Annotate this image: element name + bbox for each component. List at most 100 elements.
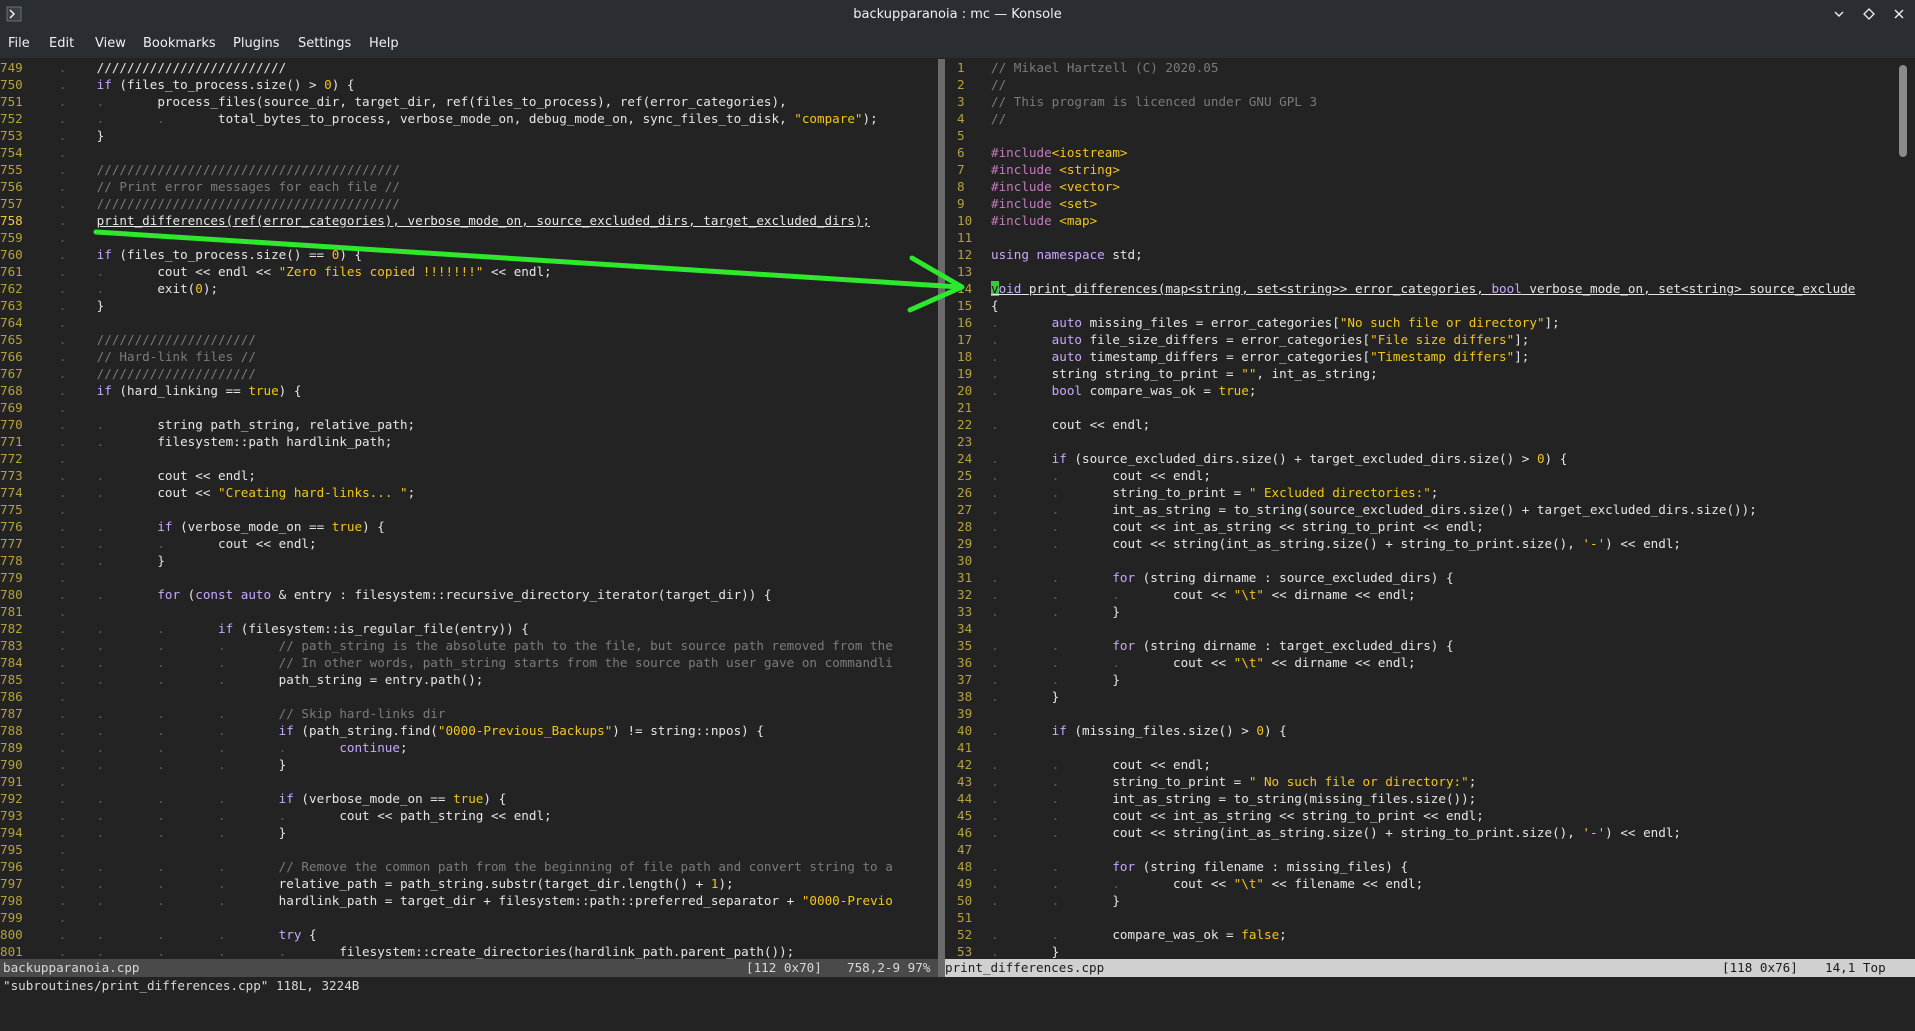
code-line[interactable]: 16. auto missing_files = error_categorie… xyxy=(945,314,1890,331)
code-line[interactable]: 30 xyxy=(945,552,1890,569)
code-line[interactable]: 784 . . . . // In other words, path_stri… xyxy=(0,654,938,671)
minimize-button[interactable] xyxy=(1831,4,1847,24)
code-line[interactable]: 27 . . int_as_string = to_string(source_e… xyxy=(945,501,1890,518)
code-line[interactable]: 33 . . } xyxy=(945,603,1890,620)
code-line[interactable]: 32 . . . cout << "\t" << dirname << endl; xyxy=(945,586,1890,603)
code-line[interactable]: 793 . . . . . cout << path_string << end… xyxy=(0,807,938,824)
code-line[interactable]: 759 . xyxy=(0,229,938,246)
code-line[interactable]: 28 . . cout << int_as_string << string_to… xyxy=(945,518,1890,535)
code-line[interactable]: 26 . . string_to_print = " Excluded direc… xyxy=(945,484,1890,501)
code-line[interactable]: 36 . . . cout << "\t" << dirname << endl; xyxy=(945,654,1890,671)
code-line[interactable]: 754 . xyxy=(0,144,938,161)
code-line[interactable]: 37 . . } xyxy=(945,671,1890,688)
code-line[interactable]: 774 . . cout << "Creating hard-links... … xyxy=(0,484,938,501)
code-line[interactable]: 788 . . . . if (path_string.find("0000-P… xyxy=(0,722,938,739)
code-line[interactable]: 3 // This program is licenced under GNU G… xyxy=(945,93,1890,110)
code-line[interactable]: 49 . . . cout << "\t" << filename << endl… xyxy=(945,875,1890,892)
code-line[interactable]: 778 . . } xyxy=(0,552,938,569)
code-line[interactable]: 782 . . . if (filesystem::is_regular_fil… xyxy=(0,620,938,637)
code-line[interactable]: 4 // xyxy=(945,110,1890,127)
code-line[interactable]: 48 . . for (string filename : missing_fil… xyxy=(945,858,1890,875)
code-line[interactable]: 750 . if (files_to_process.size() > 0) { xyxy=(0,76,938,93)
code-line[interactable]: 767 . ///////////////////// xyxy=(0,365,938,382)
code-line[interactable]: 47 xyxy=(945,841,1890,858)
code-line[interactable]: 758 . print_differences(ref(error_catego… xyxy=(0,212,938,229)
menu-view[interactable]: View xyxy=(95,36,126,51)
code-line[interactable]: 761 . . cout << endl << "Zero files copi… xyxy=(0,263,938,280)
code-line[interactable]: 7 #include <string> xyxy=(945,161,1890,178)
code-line[interactable]: 797 . . . . relative_path = path_string.… xyxy=(0,875,938,892)
code-line[interactable]: 12 using namespace std; xyxy=(945,246,1890,263)
code-line[interactable]: 798 . . . . hardlink_path = target_dir +… xyxy=(0,892,938,909)
code-line[interactable]: 790 . . . . } xyxy=(0,756,938,773)
code-line[interactable]: 770 . . string path_string, relative_pat… xyxy=(0,416,938,433)
code-line[interactable]: 43 . . string_to_print = " No such file o… xyxy=(945,773,1890,790)
code-line[interactable]: 749 . ///////////////////////// xyxy=(0,59,938,76)
code-line[interactable]: 5 xyxy=(945,127,1890,144)
code-line[interactable]: 768 . if (hard_linking == true) { xyxy=(0,382,938,399)
code-line[interactable]: 776 . . if (verbose_mode_on == true) { xyxy=(0,518,938,535)
code-line[interactable]: 779 . xyxy=(0,569,938,586)
code-line[interactable]: 35 . . for (string dirname : target_exclu… xyxy=(945,637,1890,654)
code-line[interactable]: 775 . xyxy=(0,501,938,518)
code-line[interactable]: 755 . //////////////////////////////////… xyxy=(0,161,938,178)
close-button[interactable] xyxy=(1891,4,1907,24)
code-line[interactable]: 766 . // Hard-link files // xyxy=(0,348,938,365)
code-line[interactable]: 753 . } xyxy=(0,127,938,144)
code-line[interactable]: 751 . . process_files(source_dir, target… xyxy=(0,93,938,110)
code-line[interactable]: 44 . . int_as_string = to_string(missing_… xyxy=(945,790,1890,807)
code-line[interactable]: 42 . . cout << endl; xyxy=(945,756,1890,773)
code-line[interactable]: 800 . . . . try { xyxy=(0,926,938,943)
right-editor-pane[interactable]: 1 // Mikael Hartzell (C) 2020.05 2 // 3 // Th… xyxy=(945,59,1890,959)
code-line[interactable]: 763 . } xyxy=(0,297,938,314)
code-line[interactable]: 17. auto file_size_differs = error_categ… xyxy=(945,331,1890,348)
code-line[interactable]: 6 #include<iostream> xyxy=(945,144,1890,161)
code-line[interactable]: 10 #include <map> xyxy=(945,212,1890,229)
code-line[interactable]: 795 . xyxy=(0,841,938,858)
code-line[interactable]: 22. cout << endl; xyxy=(945,416,1890,433)
code-line[interactable]: 783 . . . . // path_string is the absolu… xyxy=(0,637,938,654)
code-line[interactable]: 764 . xyxy=(0,314,938,331)
menu-file[interactable]: File xyxy=(8,36,30,51)
code-line[interactable]: 777 . . . cout << endl; xyxy=(0,535,938,552)
code-line[interactable]: 757 . //////////////////////////////////… xyxy=(0,195,938,212)
code-line[interactable]: 792 . . . . if (verbose_mode_on == true)… xyxy=(0,790,938,807)
code-line[interactable]: 756 . // Print error messages for each f… xyxy=(0,178,938,195)
menu-settings[interactable]: Settings xyxy=(298,36,351,51)
code-line[interactable]: 41 xyxy=(945,739,1890,756)
left-editor-pane[interactable]: 749 . /////////////////////////750 . if … xyxy=(0,59,938,959)
scrollbar[interactable] xyxy=(1890,59,1915,959)
code-line[interactable]: 52 . . compare_was_ok = false; xyxy=(945,926,1890,943)
menu-plugins[interactable]: Plugins xyxy=(233,36,280,51)
code-line[interactable]: 786 . xyxy=(0,688,938,705)
split-divider[interactable] xyxy=(938,59,945,959)
code-line[interactable]: 752 . . . total_bytes_to_process, verbos… xyxy=(0,110,938,127)
code-line[interactable]: 11 xyxy=(945,229,1890,246)
menu-help[interactable]: Help xyxy=(369,36,399,51)
code-line[interactable]: 799 . xyxy=(0,909,938,926)
code-line[interactable]: 762 . . exit(0); xyxy=(0,280,938,297)
code-line[interactable]: 771 . . filesystem::path hardlink_path; xyxy=(0,433,938,450)
code-line[interactable]: 23 xyxy=(945,433,1890,450)
code-line[interactable]: 24. if (source_excluded_dirs.size() + ta… xyxy=(945,450,1890,467)
code-line[interactable]: 781 . xyxy=(0,603,938,620)
code-line[interactable]: 25 . . cout << endl; xyxy=(945,467,1890,484)
code-line[interactable]: 53. } xyxy=(945,943,1890,959)
code-line[interactable]: 19. string string_to_print = "", int_as_… xyxy=(945,365,1890,382)
code-line[interactable]: 787 . . . . // Skip hard-links dir xyxy=(0,705,938,722)
menu-bookmarks[interactable]: Bookmarks xyxy=(143,36,216,51)
code-line[interactable]: 785 . . . . path_string = entry.path(); xyxy=(0,671,938,688)
code-line[interactable]: 46 . . cout << string(int_as_string.size(… xyxy=(945,824,1890,841)
code-line[interactable]: 21 xyxy=(945,399,1890,416)
code-line[interactable]: 791 . xyxy=(0,773,938,790)
code-line[interactable]: 769 . xyxy=(0,399,938,416)
code-line[interactable]: 8 #include <vector> xyxy=(945,178,1890,195)
code-line[interactable]: 1 // Mikael Hartzell (C) 2020.05 xyxy=(945,59,1890,76)
code-line[interactable]: 760 . if (files_to_process.size() == 0) … xyxy=(0,246,938,263)
menu-edit[interactable]: Edit xyxy=(49,36,74,51)
code-line[interactable]: 20. bool compare_was_ok = true; xyxy=(945,382,1890,399)
code-line[interactable]: 45 . . cout << int_as_string << string_to… xyxy=(945,807,1890,824)
code-line[interactable]: 39 xyxy=(945,705,1890,722)
code-line[interactable]: 15 { xyxy=(945,297,1890,314)
code-line[interactable]: 796 . . . . // Remove the common path fr… xyxy=(0,858,938,875)
